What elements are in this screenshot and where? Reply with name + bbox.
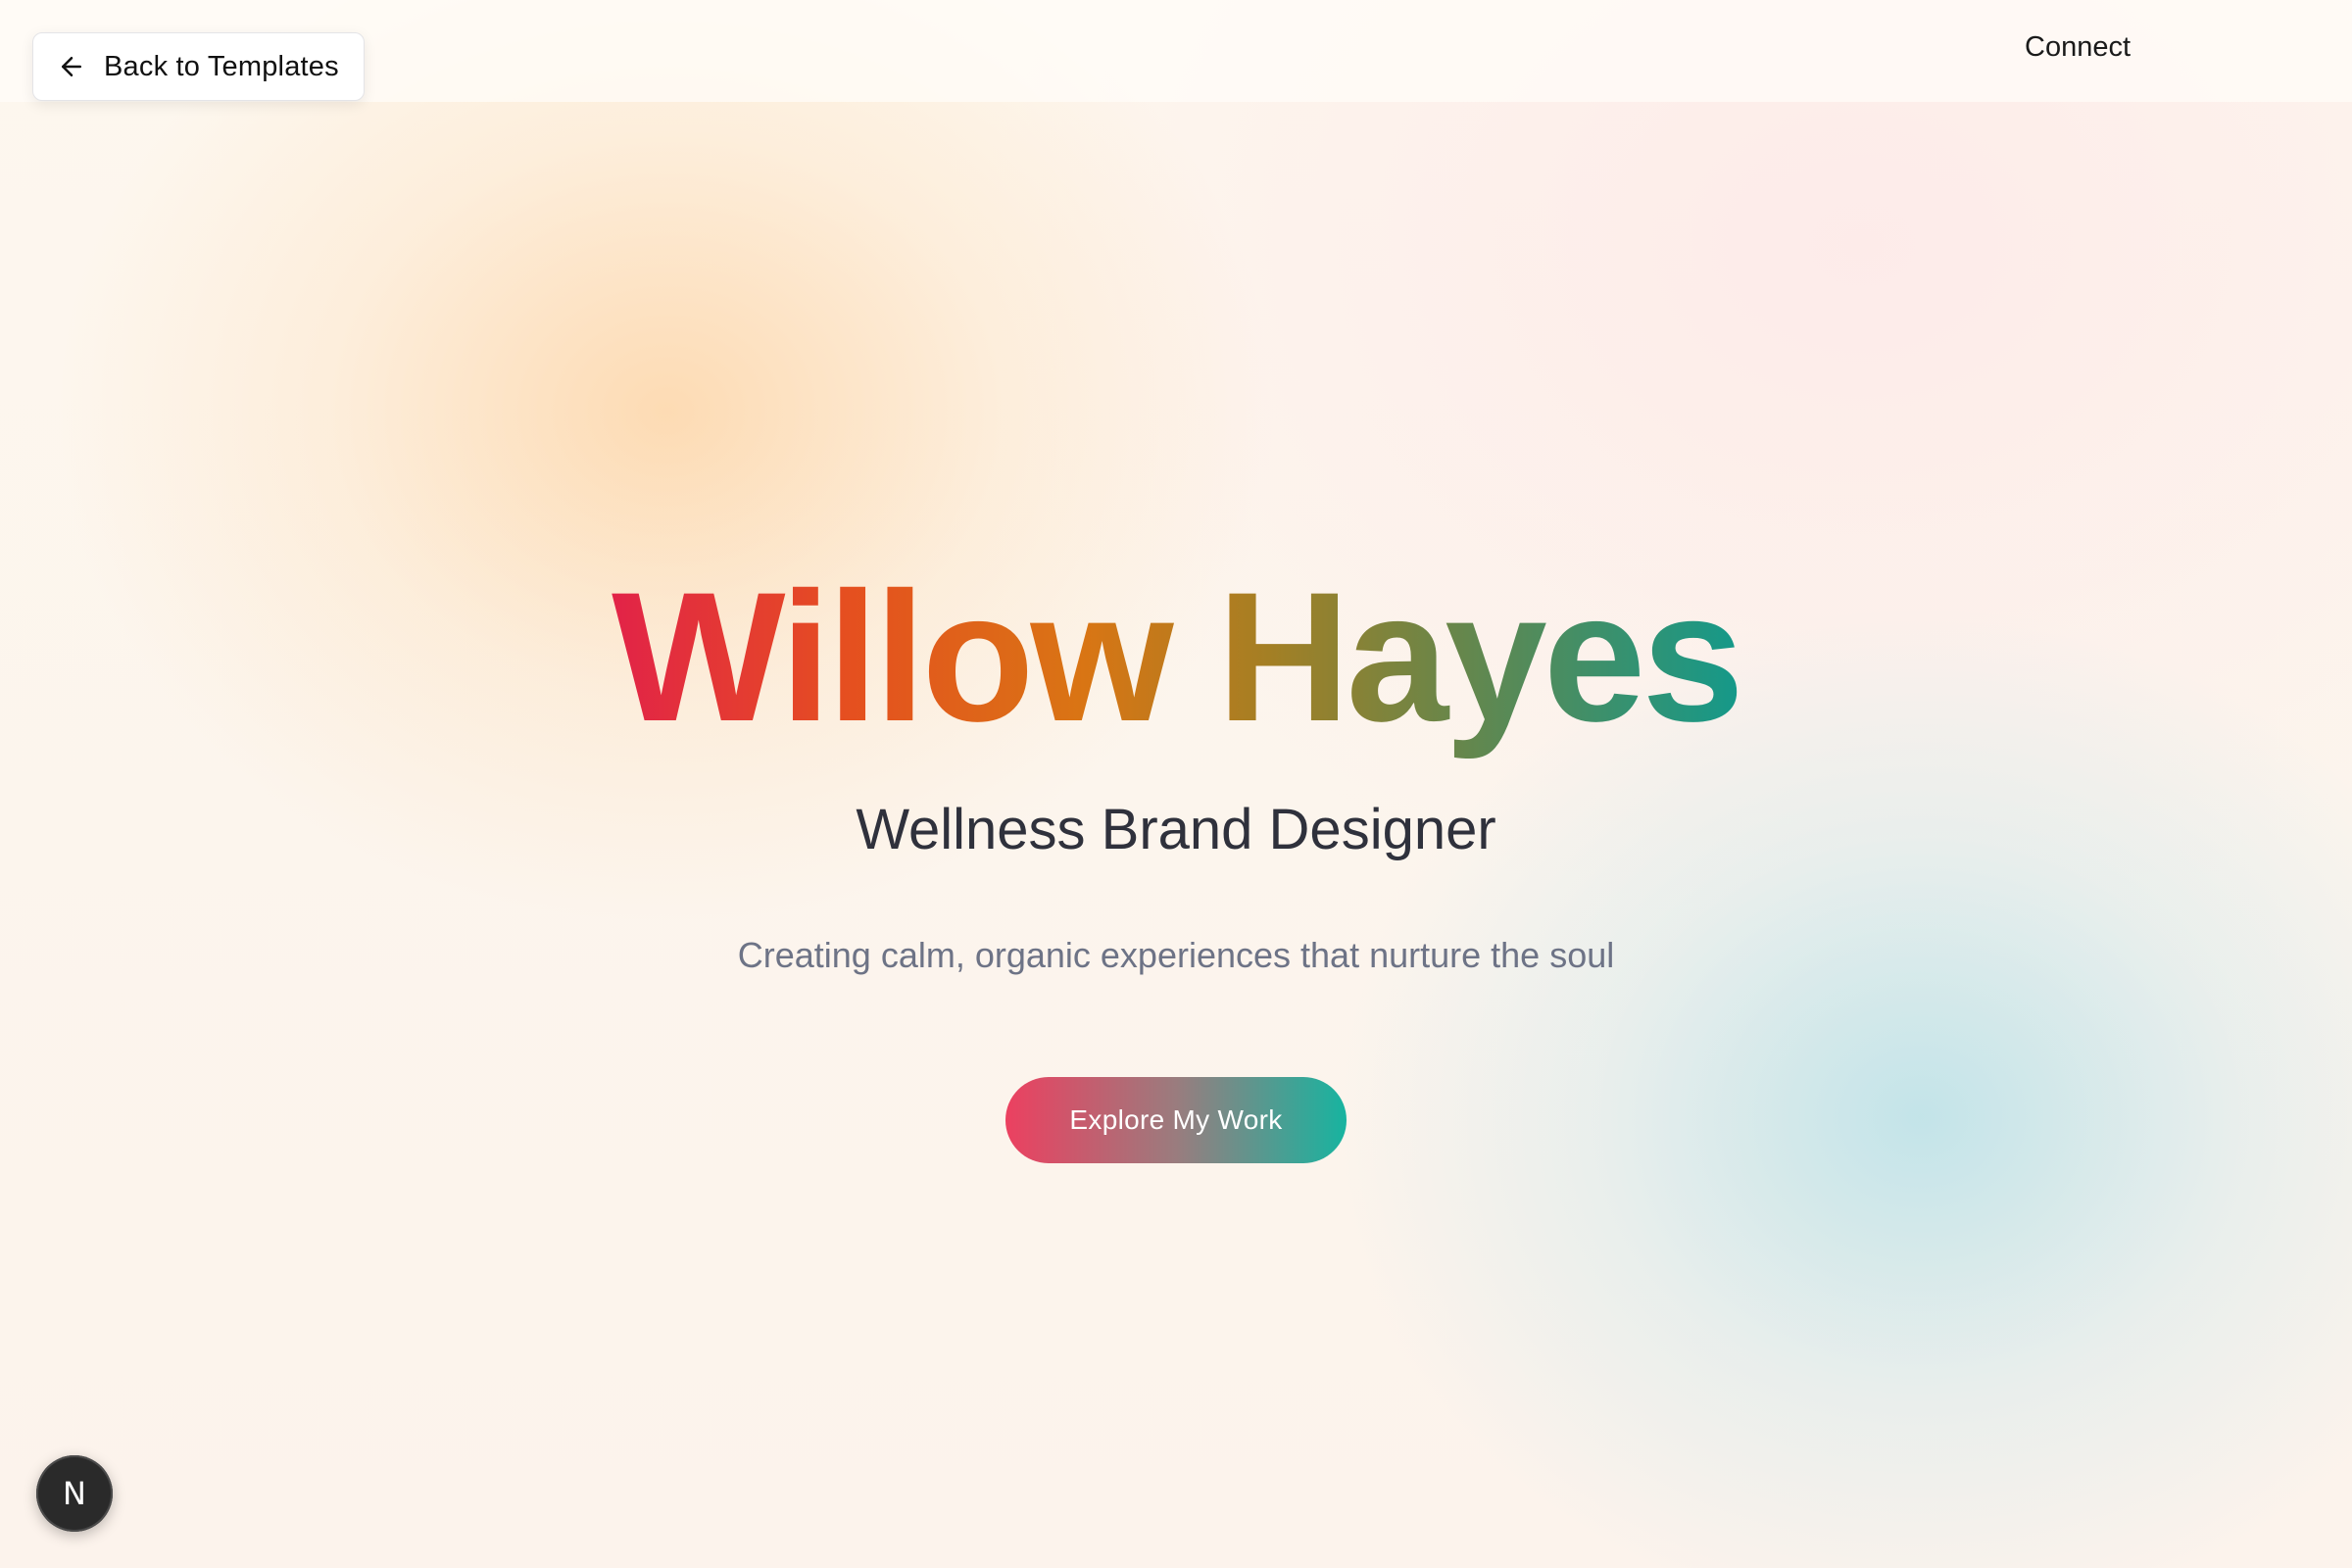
hero-name: Willow Hayes bbox=[598, 549, 1754, 764]
nextjs-logo-icon[interactable]: N bbox=[36, 1455, 113, 1532]
badge-letter: N bbox=[63, 1475, 86, 1512]
hero-subtitle: Wellness Brand Designer bbox=[856, 798, 1496, 861]
page-background bbox=[0, 0, 2352, 1568]
arrow-left-icon bbox=[57, 52, 86, 81]
hero-tagline: Creating calm, organic experiences that … bbox=[737, 935, 1615, 975]
back-to-templates-button[interactable]: Back to Templates bbox=[32, 32, 365, 101]
back-button-label: Back to Templates bbox=[104, 50, 339, 82]
connect-link[interactable]: Connect bbox=[2025, 31, 2131, 64]
explore-work-button[interactable]: Explore My Work bbox=[1005, 1077, 1347, 1163]
